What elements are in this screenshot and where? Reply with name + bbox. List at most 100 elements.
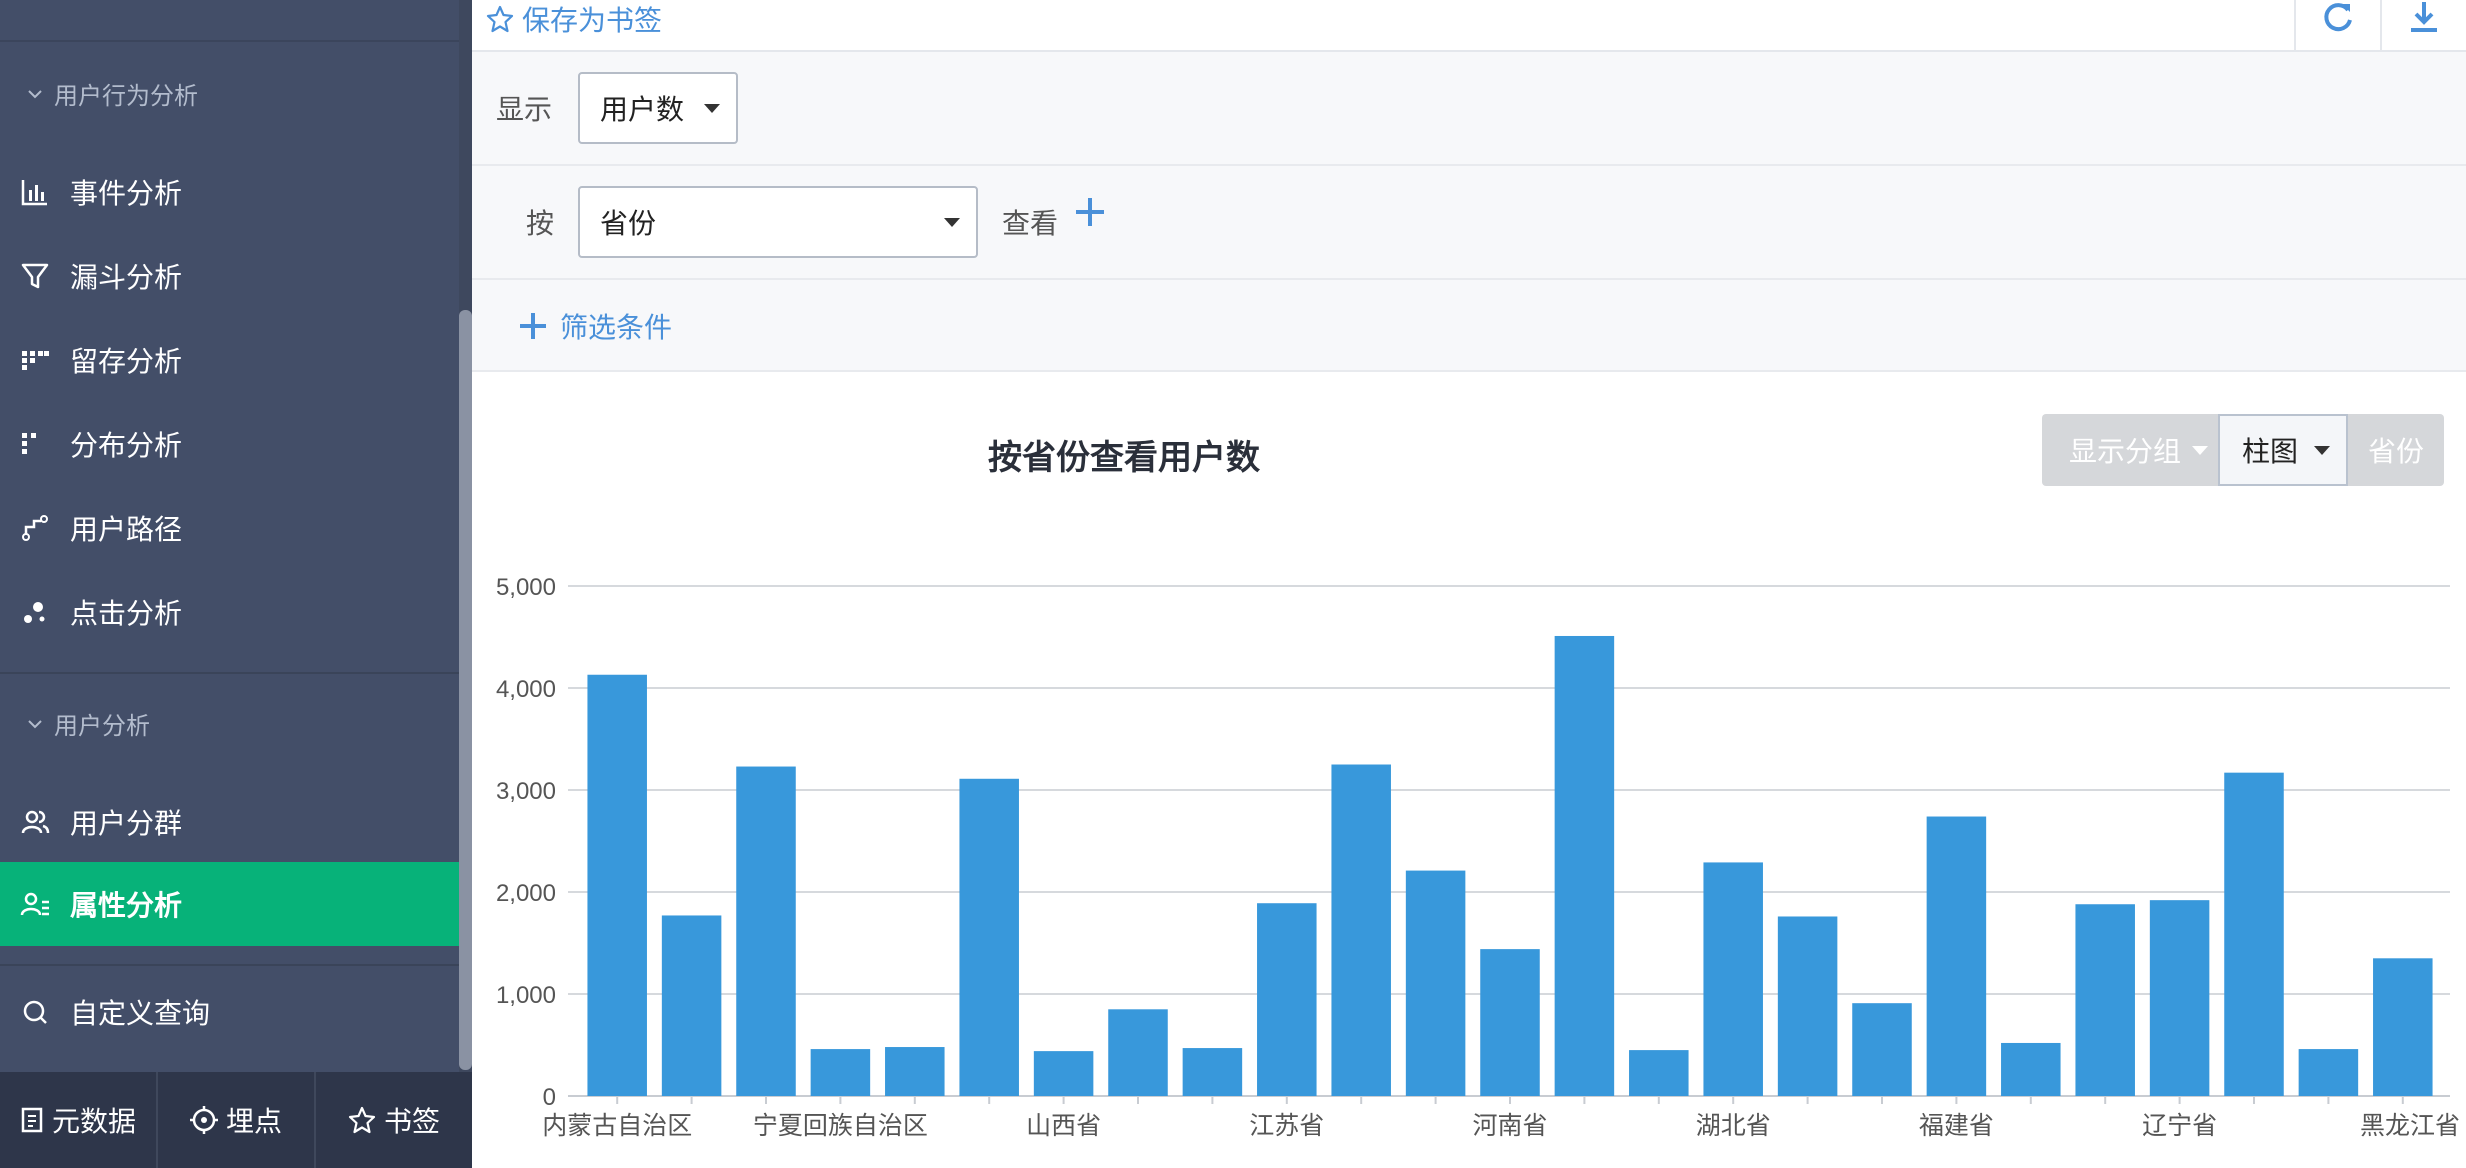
sidebar-item-label: 留存分析 [70,345,183,378]
add-group-button[interactable] [1074,196,1106,228]
sidebar-item-funnel-analysis[interactable]: 漏斗分析 [0,234,460,318]
tracking-button[interactable]: 埋点 [158,1072,316,1168]
bar[interactable] [2001,1042,2061,1096]
x-tick-label: 湖北省 [1696,1112,1771,1140]
bar[interactable] [1480,949,1540,1096]
y-tick-label: 1,000 [496,982,556,1009]
download-button[interactable] [2380,0,2466,52]
bar[interactable] [1926,816,1987,1096]
sidebar-bottom-bar: 元数据 埋点 书签 [0,1072,472,1168]
plus-icon [520,313,546,339]
sidebar-item-custom-query[interactable]: 自定义查询 [0,970,460,1054]
retention-grid-icon [20,345,50,375]
add-filter-label: 筛选条件 [560,311,673,344]
y-tick-label: 5,000 [496,574,556,601]
chart-type-select[interactable]: 柱图 [2218,414,2348,486]
group-by-label: 按 [526,207,555,240]
caret-down-icon [2192,446,2208,455]
save-bookmark-label: 保存为书签 [522,4,663,37]
chevron-down-icon [28,719,42,728]
group-by-select-value: 省份 [600,207,657,240]
bar[interactable] [2075,904,2135,1096]
bar[interactable] [2149,900,2210,1096]
x-tick-label: 黑龙江省 [2360,1112,2460,1140]
filter-row: 筛选条件 [472,280,2466,372]
download-icon [2411,2,2437,32]
x-tick-label: 山西省 [1026,1112,1101,1140]
funnel-icon [20,261,50,291]
chart-type-label: 柱图 [2241,435,2298,468]
bar[interactable] [2298,1049,2359,1096]
metric-select[interactable]: 用户数 [578,72,738,144]
bar[interactable] [1108,1009,1168,1096]
chart-controls: 显示分组 柱图 省份 [2042,414,2444,486]
path-icon [20,513,50,543]
group-by-row: 按 省份 查看 [472,166,2466,280]
bookmarks-label: 书签 [383,1105,440,1138]
sidebar-item-distribution-analysis[interactable]: 分布分析 [0,402,460,486]
dimension-label: 省份 [2368,435,2425,468]
save-bookmark-link[interactable]: 保存为书签 [486,0,662,38]
view-label: 查看 [1002,207,1059,240]
x-tick-label: 内蒙古自治区 [542,1112,692,1140]
bar[interactable] [959,778,1019,1096]
bookmarks-button[interactable]: 书签 [316,1072,472,1168]
sidebar-item-event-analysis[interactable]: 事件分析 [0,150,460,234]
chart-title: 按省份查看用户数 [988,438,1260,478]
sidebar-item-label: 分布分析 [70,429,183,462]
user-list-icon [20,889,50,919]
sidebar-item-attribute-analysis[interactable]: 属性分析 [0,862,460,946]
bar[interactable] [1182,1048,1243,1096]
bar[interactable] [2224,772,2284,1096]
bar[interactable] [736,766,796,1096]
show-group-button[interactable]: 显示分组 [2042,414,2218,486]
sidebar-scrollbar[interactable] [459,310,472,1070]
sidebar-divider [0,964,460,966]
sidebar-item-label: 属性分析 [70,889,183,922]
bar[interactable] [1852,1003,1912,1096]
x-tick-label: 河南省 [1472,1112,1547,1140]
toolbar: 保存为书签 [472,0,2466,52]
refresh-icon [2324,3,2352,32]
bar[interactable] [1257,903,1317,1096]
sidebar-item-label: 事件分析 [70,177,183,210]
section-title-label: 用户行为分析 [54,82,198,110]
bar[interactable] [1703,862,1763,1096]
bar[interactable] [810,1049,871,1096]
sidebar-item-retention-analysis[interactable]: 留存分析 [0,318,460,402]
section-user-analysis[interactable]: 用户分析 [26,706,150,741]
bar[interactable] [1405,870,1466,1096]
y-tick-label: 2,000 [496,880,556,907]
star-icon [486,5,514,33]
section-user-behavior[interactable]: 用户行为分析 [26,76,198,111]
x-tick-label: 宁夏回族自治区 [753,1112,928,1140]
sidebar-item-user-path[interactable]: 用户路径 [0,486,460,570]
toolbar-actions [2294,0,2466,52]
sidebar-item-label: 点击分析 [70,597,183,630]
target-icon [189,1106,218,1134]
bar[interactable] [1331,764,1391,1097]
bar[interactable] [1033,1051,1094,1096]
display-label: 显示 [496,93,553,126]
add-filter-button[interactable]: 筛选条件 [518,306,672,346]
document-icon [21,1107,43,1133]
metadata-button[interactable]: 元数据 [0,1072,158,1168]
display-row: 显示 用户数 [472,52,2466,166]
sidebar-item-user-segmentation[interactable]: 用户分群 [0,780,460,864]
bar[interactable] [587,674,647,1096]
bar[interactable] [2373,958,2433,1096]
sidebar-divider [0,672,460,674]
dimension-button[interactable]: 省份 [2348,414,2444,486]
sidebar-divider [0,40,460,42]
bar[interactable] [661,915,722,1096]
caret-down-icon [704,104,720,113]
caret-down-icon [944,218,960,227]
bar[interactable] [1777,916,1838,1096]
sidebar-item-click-analysis[interactable]: 点击分析 [0,570,460,654]
group-by-select[interactable]: 省份 [578,186,978,258]
section-title-label: 用户分析 [54,712,150,740]
refresh-button[interactable] [2294,0,2380,52]
bar[interactable] [885,1047,945,1096]
bar[interactable] [1554,635,1615,1096]
bar[interactable] [1629,1050,1689,1096]
